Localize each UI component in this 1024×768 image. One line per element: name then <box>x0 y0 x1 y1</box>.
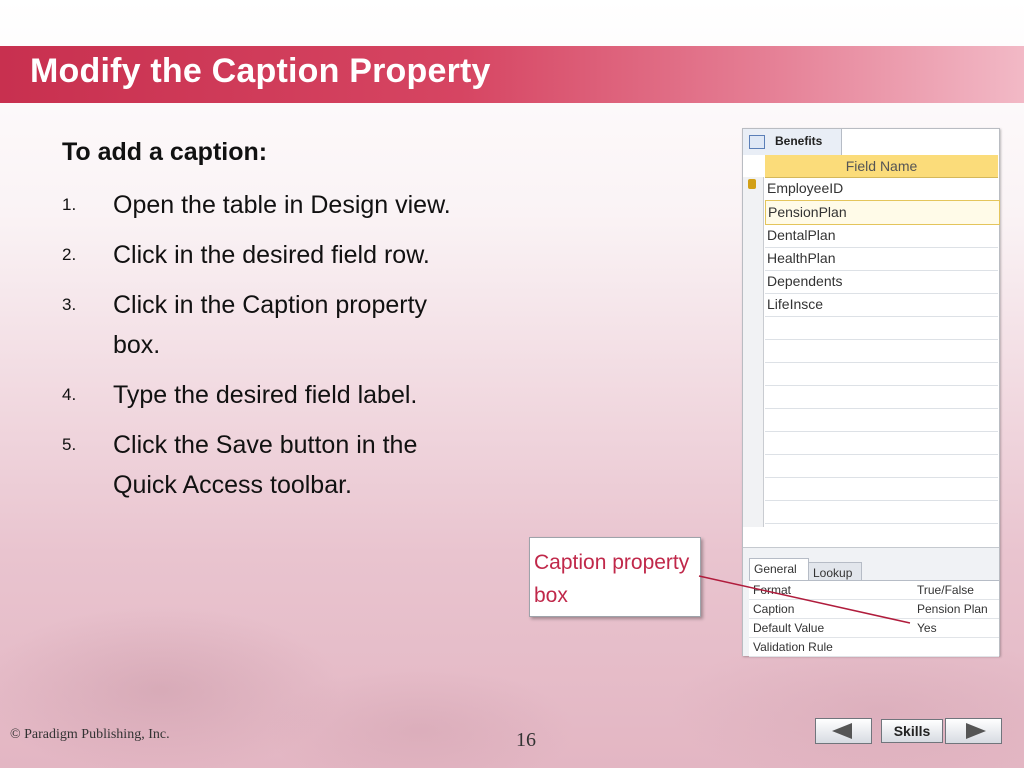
property-sheet: Format True/False Caption Pension Plan D… <box>749 580 999 657</box>
instructions-lead: To add a caption: <box>62 138 268 166</box>
property-name: Validation Rule <box>753 640 833 654</box>
step-item: 5. Click the Save button in the Quick Ac… <box>62 425 482 505</box>
primary-key-icon <box>748 179 756 189</box>
empty-field-row[interactable] <box>765 477 998 501</box>
property-value[interactable]: True/False <box>917 583 974 597</box>
empty-field-row[interactable] <box>765 385 998 409</box>
step-text: Click in the Caption property box. <box>113 291 428 359</box>
table-tab-label: Benefits <box>775 134 823 148</box>
empty-field-row[interactable] <box>765 500 998 524</box>
empty-field-row[interactable] <box>765 339 998 363</box>
field-name-cell[interactable]: PensionPlan <box>768 204 847 220</box>
right-arrow-icon <box>966 723 986 739</box>
field-name-cell[interactable]: Dependents <box>767 273 843 289</box>
empty-field-row[interactable] <box>765 408 998 432</box>
step-number: 3. <box>62 295 77 314</box>
field-name-cell[interactable]: EmployeeID <box>767 180 843 196</box>
step-item: 4. Type the desired field label. <box>62 375 482 415</box>
field-row[interactable]: DentalPlan <box>765 224 998 248</box>
instructions: To add a caption: 1. Open the table in D… <box>62 138 482 515</box>
field-properties-panel: General Lookup Format True/False Caption… <box>743 547 999 657</box>
empty-field-row[interactable] <box>765 316 998 340</box>
page-number: 16 <box>516 729 536 751</box>
field-row-selected[interactable]: PensionPlan <box>765 200 1000 225</box>
property-row-caption[interactable]: Caption Pension Plan <box>749 600 999 619</box>
property-value[interactable]: Yes <box>917 621 937 635</box>
tab-lookup[interactable]: Lookup <box>808 562 862 581</box>
step-item: 2. Click in the desired field row. <box>62 235 482 275</box>
copyright-text: © Paradigm Publishing, Inc. <box>10 727 170 742</box>
caption-callout: Caption property box <box>529 537 701 617</box>
step-number: 4. <box>62 385 77 404</box>
access-design-view-screenshot: Benefits Field Name EmployeeID PensionPl… <box>742 128 1000 657</box>
step-text: Click in the desired field row. <box>113 241 430 269</box>
left-arrow-icon <box>832 723 852 739</box>
property-name: Caption <box>753 602 795 616</box>
field-row[interactable]: LifeInsce <box>765 293 998 317</box>
property-row-format[interactable]: Format True/False <box>749 581 999 600</box>
field-name-cell[interactable]: DentalPlan <box>767 227 836 243</box>
property-row-validation-rule[interactable]: Validation Rule <box>749 638 999 657</box>
step-text: Click the Save button in the Quick Acces… <box>113 431 418 499</box>
tab-general-label: General <box>754 562 797 576</box>
property-name: Format <box>753 583 792 597</box>
step-item: 1. Open the table in Design view. <box>62 185 482 225</box>
field-row[interactable]: Dependents <box>765 270 998 294</box>
tab-general[interactable]: General <box>749 558 809 581</box>
step-item: 3. Click in the Caption property box. <box>62 285 482 365</box>
field-name-cell[interactable]: HealthPlan <box>767 250 836 266</box>
table-icon <box>749 135 765 149</box>
empty-field-row[interactable] <box>765 454 998 478</box>
property-name: Default Value <box>753 621 825 635</box>
field-name-header-text: Field Name <box>845 158 918 174</box>
step-number: 1. <box>62 195 77 214</box>
table-tab-benefits[interactable]: Benefits <box>743 129 842 155</box>
step-text: Open the table in Design view. <box>113 191 451 219</box>
caption-property-box[interactable]: Pension Plan <box>917 602 988 616</box>
field-row[interactable]: EmployeeID <box>765 177 998 201</box>
step-number: 5. <box>62 435 77 454</box>
step-number: 2. <box>62 245 77 264</box>
empty-field-row[interactable] <box>765 362 998 386</box>
tab-lookup-label: Lookup <box>813 566 853 580</box>
previous-slide-button[interactable] <box>815 718 872 744</box>
row-selector-column[interactable] <box>743 177 764 527</box>
field-name-cell[interactable]: LifeInsce <box>767 296 823 312</box>
field-row[interactable]: HealthPlan <box>765 247 998 271</box>
skills-label: Skills <box>893 723 931 739</box>
empty-field-row[interactable] <box>765 431 998 455</box>
slide-navigation: Skills <box>815 718 1002 744</box>
property-row-default-value[interactable]: Default Value Yes <box>749 619 999 638</box>
slide-title: Modify the Caption Property <box>30 52 491 90</box>
next-slide-button[interactable] <box>945 718 1002 744</box>
callout-text: Caption property box <box>534 551 690 607</box>
field-name-column-header: Field Name <box>765 155 998 178</box>
skills-button[interactable]: Skills <box>881 719 943 743</box>
step-text: Type the desired field label. <box>113 381 418 409</box>
